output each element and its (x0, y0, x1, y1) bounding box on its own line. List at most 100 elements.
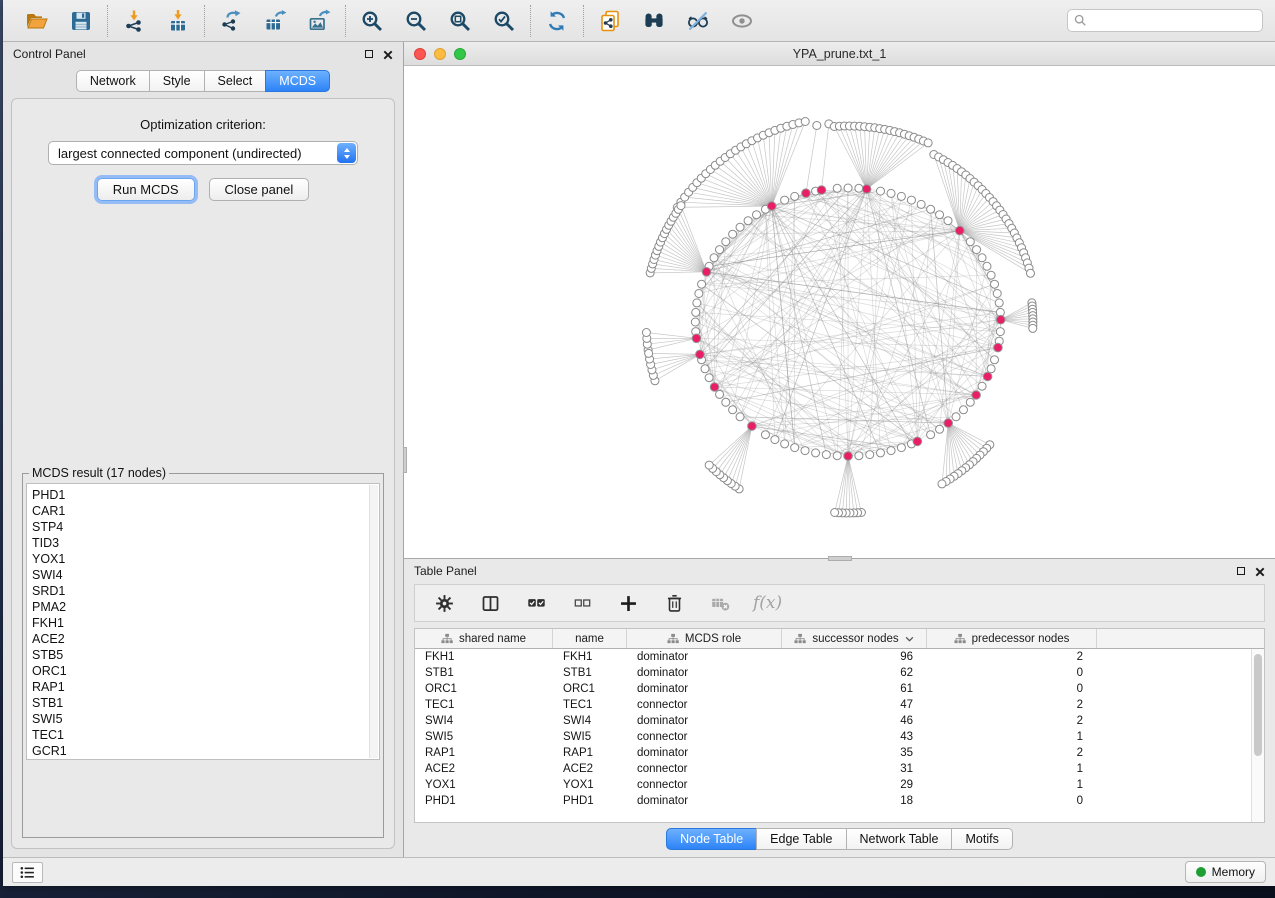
search-binoculars-button[interactable] (641, 8, 667, 34)
main-area: Control Panel NetworkStyleSelectMCDS Opt… (3, 42, 1275, 857)
gear-button[interactable] (431, 590, 457, 616)
columns-button[interactable] (477, 590, 503, 616)
mcds-result-item[interactable]: TEC1 (32, 727, 365, 743)
table-row[interactable]: SWI4SWI4dominator462 (415, 713, 1264, 729)
table-row[interactable]: PHD1PHD1dominator180 (415, 793, 1264, 809)
table-scrollbar[interactable] (1251, 649, 1264, 822)
criterion-dropdown[interactable]: largest connected component (undirected) (48, 141, 358, 165)
export-table-button[interactable] (262, 8, 288, 34)
task-history-button[interactable] (12, 862, 43, 883)
tab-edge-table[interactable]: Edge Table (756, 828, 846, 850)
mcds-result-item[interactable]: GCR1 (32, 743, 365, 759)
close-panel-button[interactable]: Close panel (209, 178, 310, 201)
toolbar-icon-groups (11, 5, 768, 37)
table-row[interactable]: TEC1TEC1connector472 (415, 697, 1264, 713)
table-row[interactable]: SWI5SWI5connector431 (415, 729, 1264, 745)
mcds-buttons-row: Run MCDS Close panel (18, 178, 388, 201)
column-header-predecessor-nodes[interactable]: predecessor nodes (927, 629, 1097, 648)
table-row[interactable]: FKH1FKH1dominator962 (415, 649, 1264, 665)
float-panel-icon[interactable] (365, 50, 373, 58)
memory-button[interactable]: Memory (1185, 861, 1266, 883)
clone-network-button[interactable] (597, 8, 623, 34)
tab-network[interactable]: Network (76, 70, 150, 92)
mcds-result-item[interactable]: FKH1 (32, 615, 365, 631)
deselect-all-button[interactable] (569, 590, 595, 616)
table-row[interactable]: YOX1YOX1connector291 (415, 777, 1264, 793)
open-folder-button[interactable] (24, 8, 50, 34)
table-row[interactable]: STB1STB1dominator620 (415, 665, 1264, 681)
hide-glasses-button[interactable] (685, 8, 711, 34)
mcds-result-item[interactable]: SRD1 (32, 583, 365, 599)
delete-table-button[interactable] (707, 590, 733, 616)
horizontal-splitter-handle[interactable] (828, 556, 852, 561)
mcds-result-item[interactable]: CAR1 (32, 503, 365, 519)
zoom-out-button[interactable] (403, 8, 429, 34)
mcds-result-item[interactable]: SWI5 (32, 711, 365, 727)
export-image-button[interactable] (306, 8, 332, 34)
zoom-fit-button[interactable] (447, 8, 473, 34)
export-network-button[interactable] (218, 8, 244, 34)
run-mcds-button[interactable]: Run MCDS (97, 178, 195, 201)
close-table-panel-icon[interactable] (1255, 566, 1265, 576)
function-builder-button[interactable]: f(x) (753, 593, 782, 613)
refresh-button[interactable] (544, 8, 570, 34)
mcds-result-item[interactable]: STB5 (32, 647, 365, 663)
close-panel-icon[interactable] (383, 49, 393, 59)
delete-button[interactable] (661, 590, 687, 616)
column-header-successor-nodes[interactable]: successor nodes (782, 629, 927, 648)
tab-node-table[interactable]: Node Table (666, 828, 757, 850)
vertical-splitter-handle[interactable] (403, 447, 407, 473)
table-scrollbar-thumb[interactable] (1254, 654, 1262, 756)
mcds-result-item[interactable]: ACE2 (32, 631, 365, 647)
minimize-window-icon[interactable] (434, 48, 446, 60)
tab-motifs[interactable]: Motifs (951, 828, 1012, 850)
show-eye-button[interactable] (729, 8, 755, 34)
table-row[interactable]: ACE2ACE2connector311 (415, 761, 1264, 777)
clone-network-icon (598, 9, 622, 33)
select-all-button[interactable] (523, 590, 549, 616)
mcds-result-item[interactable]: TID3 (32, 535, 365, 551)
column-type-icon (794, 633, 806, 644)
column-header-name[interactable]: name (553, 629, 627, 648)
table-row[interactable]: RAP1RAP1dominator352 (415, 745, 1264, 761)
column-header-shared-name[interactable]: shared name (415, 629, 553, 648)
add-button[interactable] (615, 590, 641, 616)
delete-icon (664, 593, 685, 614)
network-canvas[interactable] (404, 66, 1275, 558)
network-graph[interactable] (404, 66, 1275, 558)
cell-successor-nodes: 61 (782, 683, 927, 695)
zoom-in-button[interactable] (359, 8, 385, 34)
zoom-selected-button[interactable] (491, 8, 517, 34)
save-icon (69, 9, 93, 33)
float-table-panel-icon[interactable] (1237, 567, 1245, 575)
mcds-result-item[interactable]: PHD1 (32, 487, 365, 503)
import-network-button[interactable] (121, 8, 147, 34)
zoom-window-icon[interactable] (454, 48, 466, 60)
search-input[interactable] (1091, 14, 1256, 28)
mcds-result-item[interactable]: RAP1 (32, 679, 365, 695)
mcds-result-item[interactable]: STB1 (32, 695, 365, 711)
cell-name: YOX1 (553, 779, 627, 791)
status-bar: Memory (3, 857, 1275, 886)
mcds-result-item[interactable]: SWI4 (32, 567, 365, 583)
save-button[interactable] (68, 8, 94, 34)
table-row[interactable]: ORC1ORC1dominator610 (415, 681, 1264, 697)
cell-shared-name: SWI5 (415, 731, 553, 743)
close-window-icon[interactable] (414, 48, 426, 60)
import-table-button[interactable] (165, 8, 191, 34)
zoom-selected-icon (492, 9, 516, 33)
mcds-result-item[interactable]: STP4 (32, 519, 365, 535)
mcds-result-item[interactable]: PMA2 (32, 599, 365, 615)
mcds-result-item[interactable]: ORC1 (32, 663, 365, 679)
mcds-result-scrollbar[interactable] (369, 485, 378, 758)
mcds-result-item[interactable]: YOX1 (32, 551, 365, 567)
tab-network-table[interactable]: Network Table (846, 828, 953, 850)
toolbar-search-box[interactable] (1067, 9, 1263, 32)
tab-mcds[interactable]: MCDS (265, 70, 330, 92)
tab-style[interactable]: Style (149, 70, 205, 92)
column-header-MCDS-role[interactable]: MCDS role (627, 629, 782, 648)
cell-successor-nodes: 47 (782, 699, 927, 711)
tab-select[interactable]: Select (204, 70, 267, 92)
search-icon (1074, 14, 1087, 27)
cell-shared-name: SWI4 (415, 715, 553, 727)
